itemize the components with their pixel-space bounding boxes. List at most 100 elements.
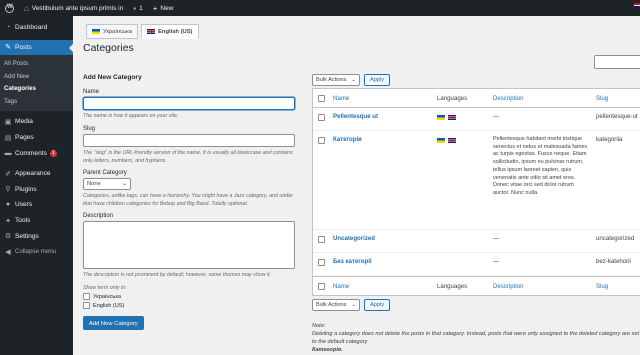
table-row: Категорія Pellentesque habitant morbi tr…	[313, 131, 640, 230]
sidebar-item-tools[interactable]: ✦ Tools	[0, 213, 73, 229]
page-title: Categories	[83, 42, 134, 54]
sidebar-item-comments[interactable]: ▬ Comments 1	[0, 145, 73, 161]
brush-icon: ✐	[5, 170, 11, 178]
sidebar-item-appearance[interactable]: ✐ Appearance	[0, 166, 73, 182]
category-slug: bez-katehorii	[596, 258, 631, 265]
sidebar-item-plugins[interactable]: ⚲ Plugins	[0, 182, 73, 198]
admin-bar: ⌂Vestibulum ante ipsum primis in ▪1 +New	[0, 0, 640, 16]
main-content: Українська English (US) Categories Add N…	[73, 16, 640, 355]
show-term-label: Show term only in:	[83, 285, 127, 291]
wordpress-logo-icon	[5, 3, 14, 13]
settings-icon: ⚙	[4, 233, 12, 241]
chevron-down-icon: ⌄	[351, 77, 356, 83]
language-tabs: Українська English (US)	[86, 24, 202, 39]
uk-flag-icon[interactable]	[448, 114, 456, 120]
category-name-link[interactable]: Без категорії	[333, 258, 372, 265]
search-input[interactable]	[594, 55, 640, 69]
wordpress-logo-button[interactable]	[0, 0, 19, 16]
sidebar-item-posts[interactable]: ✎ Posts	[0, 39, 73, 56]
chevron-down-icon: ⌄	[351, 302, 356, 308]
bulk-actions-select[interactable]: Bulk Actions ⌄	[312, 74, 360, 86]
parent-category-help: Categories, unlike tags, can have a hier…	[83, 193, 293, 207]
description-label: Description	[83, 213, 114, 219]
language-flag-icon[interactable]	[634, 3, 640, 8]
column-slug[interactable]: Slug	[596, 283, 608, 290]
apply-button[interactable]: Apply	[364, 299, 390, 311]
column-description[interactable]: Description	[493, 283, 589, 290]
category-description: —	[493, 258, 500, 265]
name-field[interactable]	[83, 97, 295, 110]
parent-category-select[interactable]: None ⌄	[83, 178, 131, 190]
category-slug: pellentesque-ut	[596, 113, 638, 120]
column-name[interactable]: Name	[333, 283, 349, 290]
ukraine-flag-icon	[92, 29, 100, 34]
select-all-checkbox[interactable]	[318, 283, 325, 290]
language-flags	[437, 137, 459, 144]
home-icon: ⌂	[24, 3, 29, 13]
category-name-link[interactable]: Категорія	[333, 136, 362, 143]
table-header: Name Languages Description Slug	[313, 89, 640, 108]
description-field[interactable]	[83, 221, 295, 269]
submenu-categories[interactable]: Categories	[0, 83, 73, 96]
table-row: Без категорії — bez-katehorii	[313, 253, 640, 276]
row-checkbox[interactable]	[318, 236, 325, 243]
checkbox[interactable]	[83, 302, 90, 309]
users-icon: ●	[5, 201, 11, 209]
row-checkbox[interactable]	[318, 259, 325, 266]
sidebar-item-pages[interactable]: ▤ Pages	[0, 130, 73, 146]
admin-sidebar: ◔ Dashboard ✎ Posts All Posts Add New Cate…	[0, 16, 73, 355]
category-name-link[interactable]: Uncategorized	[333, 235, 375, 242]
description-help: The description is not prominent by defa…	[83, 272, 272, 278]
category-slug: uncategorized	[596, 235, 635, 242]
collapse-menu-button[interactable]: ◀ Collapse menu	[0, 244, 73, 260]
column-name[interactable]: Name	[333, 95, 349, 102]
column-languages: Languages	[437, 283, 468, 290]
plus-icon: +	[152, 3, 158, 13]
submenu-all-posts[interactable]: All Posts	[0, 58, 73, 71]
slug-help: The “slug” is the URL-friendly version o…	[83, 150, 293, 164]
checkbox[interactable]	[83, 293, 90, 300]
submenu-tags[interactable]: Tags	[0, 96, 73, 109]
new-content-link[interactable]: + New	[148, 0, 179, 16]
ukraine-flag-icon[interactable]	[437, 114, 445, 120]
note-default-category: Категорія.	[312, 347, 343, 353]
uk-flag-icon	[147, 29, 156, 34]
sidebar-item-users[interactable]: ● Users	[0, 197, 73, 213]
pages-icon: ▤	[4, 134, 12, 142]
comments-icon: ▬	[4, 149, 12, 157]
bulk-actions-select[interactable]: Bulk Actions ⌄	[312, 299, 360, 311]
select-all-checkbox[interactable]	[318, 95, 325, 102]
note-text: Deleting a category does not delete the …	[312, 331, 640, 345]
posts-submenu: All Posts Add New Categories Tags	[0, 55, 73, 112]
column-description[interactable]: Description	[493, 95, 589, 102]
sidebar-item-media[interactable]: ▣ Media	[0, 114, 73, 130]
ukraine-flag-icon[interactable]	[437, 137, 445, 143]
sidebar-item-settings[interactable]: ⚙ Settings	[0, 228, 73, 244]
comments-count-badge: 1	[49, 149, 57, 157]
table-footer: Name Languages Description Slug	[313, 276, 640, 295]
apply-button[interactable]: Apply	[364, 74, 390, 86]
sidebar-item-dashboard[interactable]: ◔ Dashboard	[0, 20, 73, 36]
uk-flag-icon[interactable]	[448, 137, 456, 143]
comments-link[interactable]: ▪ 1	[128, 0, 147, 16]
media-icon: ▣	[4, 118, 12, 126]
submenu-add-new[interactable]: Add New	[0, 71, 73, 84]
lang-option-english[interactable]: English (US)	[83, 301, 296, 310]
row-checkbox[interactable]	[318, 114, 325, 121]
add-new-category-button[interactable]: Add New Category	[83, 316, 144, 330]
row-checkbox[interactable]	[318, 137, 325, 144]
parent-category-label: Parent Category	[83, 170, 127, 176]
column-slug[interactable]: Slug	[596, 95, 608, 102]
tab-english[interactable]: English (US)	[141, 24, 199, 39]
tab-ukrainian[interactable]: Українська	[86, 24, 139, 39]
pin-icon: ✎	[5, 44, 11, 52]
name-help: The name is how it appears on your site.	[83, 113, 179, 119]
category-name-link[interactable]: Pellentesque ut	[333, 113, 378, 120]
slug-field[interactable]	[83, 134, 295, 147]
wrench-icon: ✦	[5, 217, 11, 225]
category-slug: kategoriia	[596, 136, 623, 143]
delete-note: Note: Deleting a category does not delet…	[312, 322, 640, 354]
lang-option-ukrainian[interactable]: Українська	[83, 292, 296, 301]
collapse-arrow-icon: ◀	[5, 248, 11, 256]
site-name-link[interactable]: ⌂ Vestibulum ante ipsum primis in	[19, 0, 128, 16]
